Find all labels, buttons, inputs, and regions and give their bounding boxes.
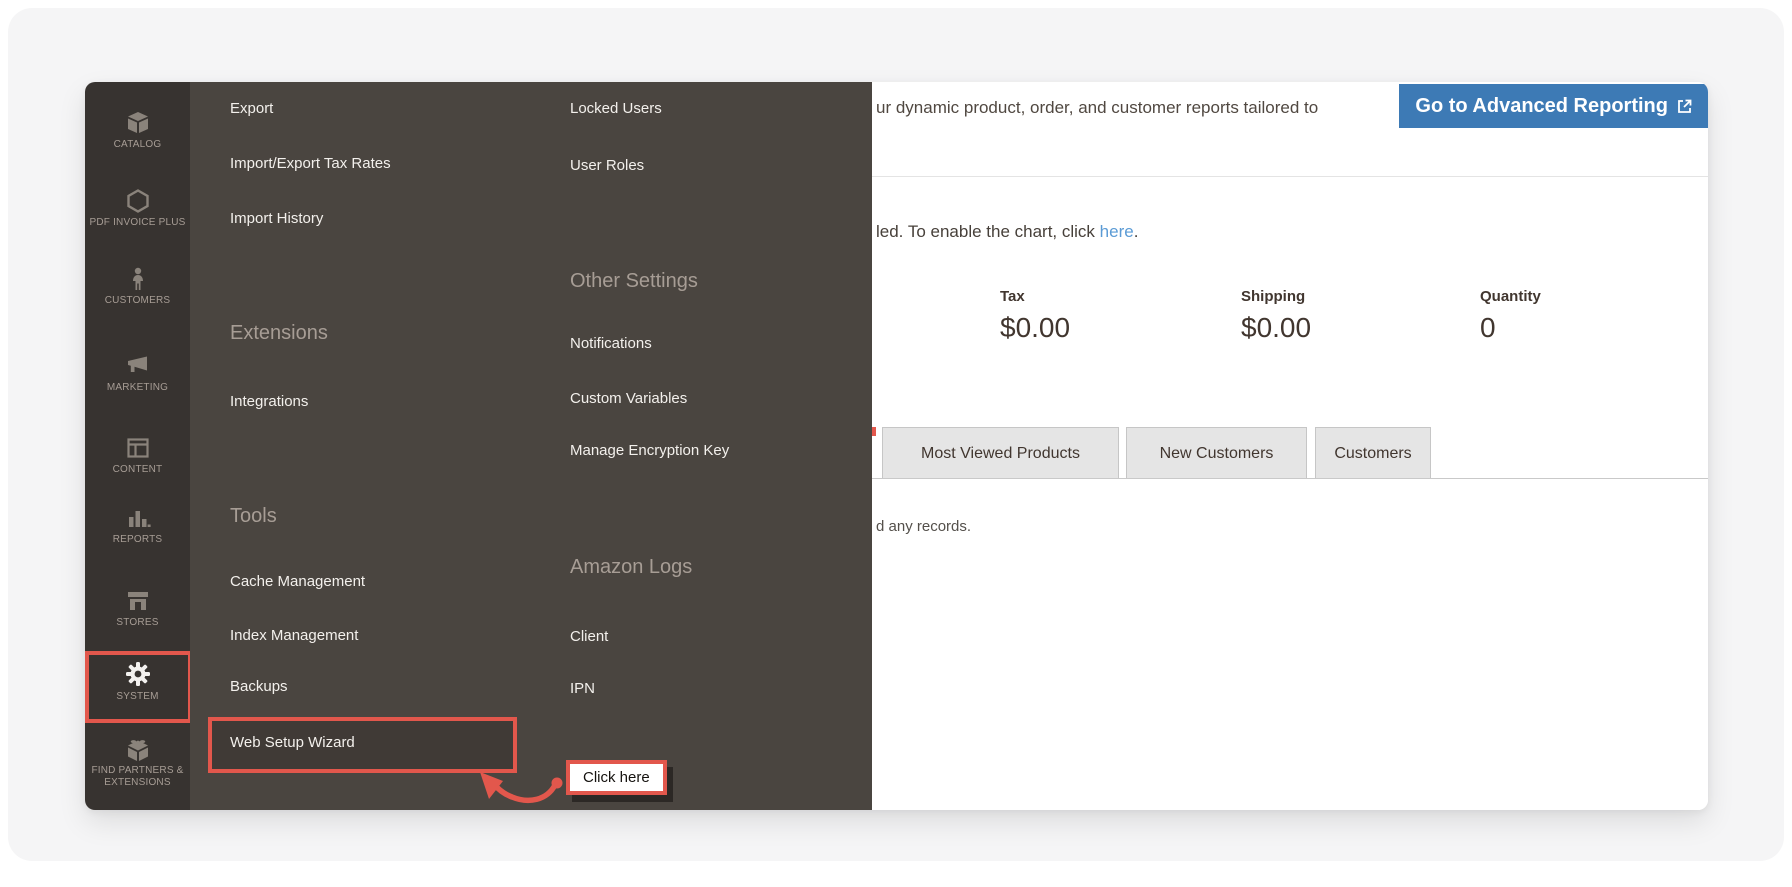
- menu-item-user-roles[interactable]: User Roles: [570, 157, 644, 174]
- external-link-icon: [1678, 99, 1692, 113]
- stat-label: Shipping: [1241, 288, 1306, 305]
- admin-window: CATALOG PDF INVOICE PLUS CUSTOMERS MARKE…: [85, 82, 1708, 810]
- sidebar-item-find-partners[interactable]: FIND PARTNERS & EXTENSIONS: [85, 738, 190, 789]
- stat-value: 0: [1480, 312, 1496, 343]
- tab-customers[interactable]: Customers: [1315, 427, 1431, 479]
- menu-item-web-setup-wizard[interactable]: Web Setup Wizard: [230, 734, 355, 751]
- hidden-tab-annotation-sliver: [872, 427, 876, 436]
- tab-new-customers[interactable]: New Customers: [1126, 427, 1307, 479]
- stat-value: $0.00: [1241, 312, 1312, 343]
- sidebar-item-label: CONTENT: [112, 464, 163, 475]
- menu-item-backups[interactable]: Backups: [230, 678, 288, 695]
- menu-item-export[interactable]: Export: [230, 100, 273, 117]
- stat-label: Quantity: [1480, 288, 1541, 305]
- menu-item-import-export-tax-rates[interactable]: Import/Export Tax Rates: [230, 155, 391, 172]
- menu-item-import-history[interactable]: Import History: [230, 210, 323, 227]
- sidebar-item-pdf-invoice-plus[interactable]: PDF INVOICE PLUS: [85, 188, 190, 229]
- marketing-icon: [127, 356, 147, 372]
- menu-heading-amazon-logs: Amazon Logs: [570, 556, 693, 578]
- menu-heading-tools: Tools: [230, 505, 277, 527]
- no-records-text: d any records.: [876, 518, 972, 535]
- sidebar-item-reports[interactable]: REPORTS: [85, 505, 190, 546]
- go-to-advanced-reporting-button[interactable]: Go to Advanced Reporting: [1399, 84, 1708, 128]
- dashboard-content: ur dynamic product, order, and customer …: [872, 82, 1708, 810]
- pdf-invoice-plus-icon: [126, 189, 149, 213]
- sidebar-item-stores[interactable]: STORES: [85, 588, 190, 629]
- chart-notice-period: .: [1133, 222, 1139, 241]
- admin-sidebar: CATALOG PDF INVOICE PLUS CUSTOMERS MARKE…: [85, 82, 192, 810]
- sidebar-item-label: REPORTS: [112, 534, 163, 545]
- sidebar-item-label: PDF INVOICE PLUS: [89, 217, 186, 228]
- header-divider: [872, 176, 1708, 177]
- customers-icon: [132, 267, 143, 290]
- sidebar-item-catalog[interactable]: CATALOG: [85, 110, 190, 151]
- stat-tax: Tax $0.00: [1000, 288, 1070, 344]
- go-to-advanced-reporting-label: Go to Advanced Reporting: [1415, 94, 1668, 117]
- menu-item-locked-users[interactable]: Locked Users: [570, 100, 662, 117]
- chart-notice-text: led. To enable the chart, click: [876, 222, 1100, 241]
- advanced-reporting-description: ur dynamic product, order, and customer …: [876, 98, 1319, 117]
- menu-item-ipn[interactable]: IPN: [570, 680, 595, 697]
- tab-most-viewed-products[interactable]: Most Viewed Products: [882, 427, 1119, 479]
- stat-label: Tax: [1000, 288, 1025, 305]
- sidebar-item-label: MARKETING: [106, 382, 169, 393]
- find-partners-icon: [127, 740, 148, 761]
- menu-item-notifications[interactable]: Notifications: [570, 335, 652, 352]
- sidebar-item-customers[interactable]: CUSTOMERS: [85, 266, 190, 307]
- menu-heading-extensions: Extensions: [230, 322, 328, 344]
- menu-item-client[interactable]: Client: [570, 628, 608, 645]
- menu-item-integrations[interactable]: Integrations: [230, 393, 308, 410]
- menu-heading-other-settings: Other Settings: [570, 270, 698, 292]
- sidebar-item-marketing[interactable]: MARKETING: [85, 353, 190, 394]
- stat-shipping: Shipping $0.00: [1241, 288, 1311, 344]
- stores-icon: [127, 592, 148, 610]
- content-icon: [126, 438, 149, 458]
- menu-item-index-management[interactable]: Index Management: [230, 627, 358, 644]
- enable-chart-link[interactable]: here: [1100, 222, 1134, 241]
- chart-disabled-notice: led. To enable the chart, click here.: [876, 222, 1138, 242]
- stat-quantity: Quantity 0: [1480, 288, 1541, 344]
- menu-item-manage-encryption-key[interactable]: Manage Encryption Key: [570, 442, 729, 459]
- menu-item-custom-variables[interactable]: Custom Variables: [570, 390, 687, 407]
- stat-value: $0.00: [1000, 312, 1071, 343]
- system-highlight-box: [85, 651, 192, 723]
- catalog-icon: [127, 112, 148, 133]
- sidebar-item-content[interactable]: CONTENT: [85, 435, 190, 476]
- sidebar-item-label: CUSTOMERS: [104, 295, 171, 306]
- menu-item-cache-management[interactable]: Cache Management: [230, 573, 365, 590]
- sidebar-item-label: CATALOG: [113, 139, 162, 150]
- reports-icon: [128, 511, 151, 527]
- sidebar-item-label: FIND PARTNERS & EXTENSIONS: [91, 765, 184, 788]
- click-here-callout: Click here: [566, 760, 667, 795]
- tabs-divider: [872, 478, 1708, 479]
- system-flyout-menu: Export Import/Export Tax Rates Import Hi…: [190, 82, 872, 810]
- sidebar-item-label: STORES: [116, 617, 159, 628]
